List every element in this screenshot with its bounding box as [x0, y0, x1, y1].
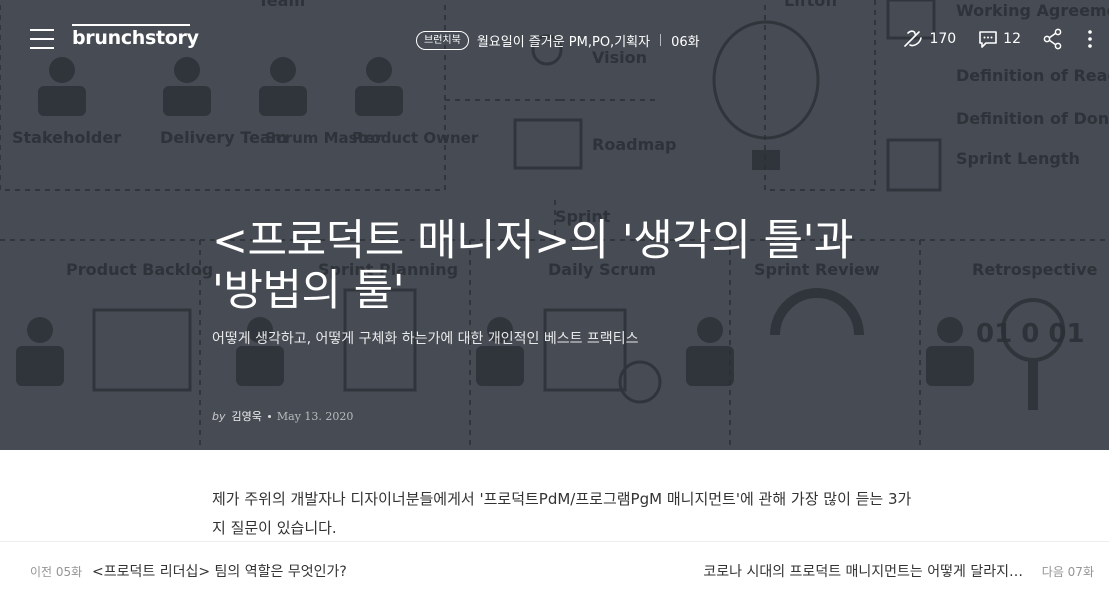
- episode-pager: 이전 05화 <프로덕트 리더십> 팀의 역할은 무엇인가? 코로나 시대의 프…: [0, 541, 1109, 600]
- author-name[interactable]: 김영욱: [232, 408, 262, 424]
- post-title: <프로덕트 매니저>의 '생각의 틀'과 '방법의 툴': [212, 216, 854, 316]
- brunchbook-badge: 브런치북: [416, 30, 469, 50]
- brunch-logo-text: brunchstory: [72, 27, 199, 49]
- post-subtitle: 어떻게 생각하고, 어떻게 구체화 하는가에 대한 개인적인 베스트 프랙티스: [212, 331, 639, 347]
- article-body: 제가 주위의 개발자나 디자이너분들에게서 '프로덕트PdM/프로그램PgM 매…: [212, 485, 912, 543]
- like-button[interactable]: 170: [902, 29, 956, 49]
- next-episode-label: 다음 07화: [1041, 565, 1094, 579]
- brunch-logo[interactable]: brunchstory: [72, 24, 199, 49]
- comment-icon: [979, 31, 997, 48]
- more-button[interactable]: [1085, 28, 1095, 50]
- brunchbook-info[interactable]: 브런치북 월요일이 즐거운 PM,PO,기획자 06화: [416, 30, 700, 50]
- divider: [660, 34, 662, 46]
- like-count: 170: [929, 31, 957, 47]
- comment-count: 12: [1003, 31, 1021, 47]
- comment-button[interactable]: 12: [978, 29, 1021, 49]
- prev-episode-label: 이전 05화: [30, 565, 83, 579]
- prev-episode-link[interactable]: <프로덕트 리더십> 팀의 역할은 무엇인가?: [92, 561, 347, 581]
- next-episode-link[interactable]: 코로나 시대의 프로덕트 매니지먼트는 어떻게 달라지…: [703, 561, 1023, 581]
- cover-title-block: <프로덕트 매니저>의 '생각의 틀'과 '방법의 툴' 어떻게 생각하고, 어…: [212, 216, 912, 348]
- episode-number: 06화: [671, 34, 700, 50]
- hero-cover: Team Stakeholder Delivery Team Scrum Mas…: [0, 0, 1109, 450]
- post-actions: 170 12: [880, 28, 1095, 50]
- publish-date: May 13. 2020: [276, 409, 354, 423]
- article-paragraph: 제가 주위의 개발자나 디자이너분들에게서 '프로덕트PdM/프로그램PgM 매…: [212, 490, 912, 537]
- share-button[interactable]: [1043, 28, 1063, 50]
- top-bar: brunchstory 브런치북 월요일이 즐거운 PM,PO,기획자 06화 …: [0, 0, 1109, 80]
- byline-prefix: by: [212, 409, 226, 423]
- share-icon: [1043, 28, 1062, 50]
- like-icon: [904, 30, 923, 47]
- byline: by 김영욱 May 13. 2020: [212, 408, 353, 424]
- byline-dot: [267, 414, 271, 418]
- brunchbook-title[interactable]: 월요일이 즐거운 PM,PO,기획자: [477, 31, 650, 50]
- menu-icon[interactable]: [30, 29, 54, 49]
- more-icon: [1088, 30, 1092, 48]
